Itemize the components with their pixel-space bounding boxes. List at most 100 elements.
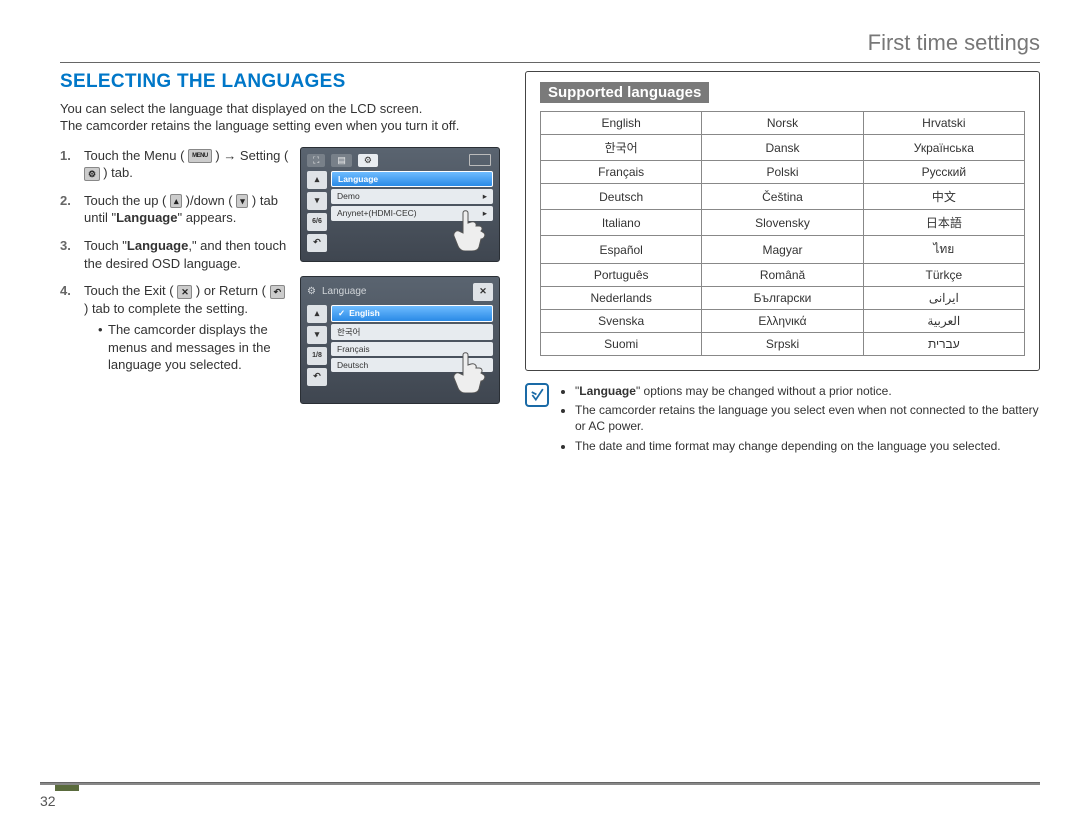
section-intro: You can select the language that display… xyxy=(60,101,500,135)
page-number: 32 xyxy=(40,793,56,809)
chevron-up-icon: ▴ xyxy=(170,194,182,208)
step-4: 4. Touch the Exit ( ✕ ) or Return ( ↶ ) … xyxy=(60,282,290,374)
lang-korean[interactable]: 한국어 xyxy=(331,324,493,340)
table-row: SvenskaΕλληνικάالعربية xyxy=(541,310,1025,333)
nav-up-button-2[interactable]: ▴ xyxy=(307,305,327,323)
language-cell: Deutsch xyxy=(541,184,702,210)
lcd-topbar: ⛶ ▤ ⚙ xyxy=(307,154,493,167)
lcd-nav-buttons: ▴ ▾ 6/6 ↶ xyxy=(307,171,327,252)
language-cell: Suomi xyxy=(541,333,702,356)
chevron-down-icon: ▾ xyxy=(236,194,248,208)
right-column: Supported languages EnglishNorskHrvatski… xyxy=(525,71,1040,457)
tab-film-icon: ▤ xyxy=(331,154,352,167)
lcd-settings-menu: ⛶ ▤ ⚙ ▴ ▾ 6/6 ↶ Language xyxy=(300,147,500,262)
step-number: 3. xyxy=(60,237,76,272)
language-cell: Română xyxy=(702,264,863,287)
language-cell: ไทย xyxy=(863,236,1024,264)
language-cell: Polski xyxy=(702,161,863,184)
return-icon: ↶ xyxy=(270,285,285,299)
language-cell: Português xyxy=(541,264,702,287)
step-1: 1. Touch the Menu ( MENU ) → Setting ( ⚙… xyxy=(60,147,290,182)
nav-down-button-2[interactable]: ▾ xyxy=(307,326,327,344)
language-cell: ايرانى xyxy=(863,287,1024,310)
table-row: ItalianoSlovensky日本語 xyxy=(541,210,1025,236)
languages-table: EnglishNorskHrvatski한국어DanskУкраїнськаFr… xyxy=(540,111,1025,356)
intro-line-1: You can select the language that display… xyxy=(60,101,422,116)
language-cell: Русский xyxy=(863,161,1024,184)
left-column: SELECTING THE LANGUAGES You can select t… xyxy=(60,71,500,457)
header-rule xyxy=(60,62,1040,63)
language-cell: Türkçe xyxy=(863,264,1024,287)
hand-pointer-icon xyxy=(449,207,489,251)
language-cell: Nederlands xyxy=(541,287,702,310)
lcd-nav-buttons-2: ▴ ▾ 1/8 ↶ xyxy=(307,305,327,386)
close-button[interactable]: ✕ xyxy=(473,283,493,301)
section-title: SELECTING THE LANGUAGES xyxy=(60,71,500,93)
menu-icon: MENU xyxy=(188,149,212,163)
note-2: The camcorder retains the language you s… xyxy=(575,402,1040,434)
lcd-language-list: ⚙ Language ✕ ▴ ▾ 1/8 ↶ ✓ English xyxy=(300,276,500,404)
language-cell: Українська xyxy=(863,135,1024,161)
language-cell: 한국어 xyxy=(541,135,702,161)
step-number: 4. xyxy=(60,282,76,374)
menu-item-demo[interactable]: Demo▸ xyxy=(331,189,493,204)
table-row: EspañolMagyarไทย xyxy=(541,236,1025,264)
language-cell: Čeština xyxy=(702,184,863,210)
language-cell: Ελληνικά xyxy=(702,310,863,333)
table-row: EnglishNorskHrvatski xyxy=(541,112,1025,135)
footer-rule xyxy=(40,782,1040,785)
step-number: 2. xyxy=(60,192,76,227)
language-cell: Norsk xyxy=(702,112,863,135)
step-3: 3. Touch "Language," and then touch the … xyxy=(60,237,290,272)
language-cell: Magyar xyxy=(702,236,863,264)
lcd-topbar-2: ⚙ Language ✕ xyxy=(307,283,493,301)
note-icon xyxy=(525,383,549,407)
language-cell: Slovensky xyxy=(702,210,863,236)
nav-down-button[interactable]: ▾ xyxy=(307,192,327,210)
language-cell: 日本語 xyxy=(863,210,1024,236)
language-cell: Italiano xyxy=(541,210,702,236)
close-icon: ✕ xyxy=(177,285,192,299)
step-2: 2. Touch the up ( ▴ )/down ( ▾ ) tab unt… xyxy=(60,192,290,227)
language-cell: Español xyxy=(541,236,702,264)
table-row: DeutschČeština中文 xyxy=(541,184,1025,210)
language-cell: Dansk xyxy=(702,135,863,161)
language-cell: English xyxy=(541,112,702,135)
table-row: FrançaisPolskiРусский xyxy=(541,161,1025,184)
language-cell: العربية xyxy=(863,310,1024,333)
gear-icon: ⚙ xyxy=(84,167,100,181)
chapter-title: First time settings xyxy=(60,30,1040,62)
table-row: PortuguêsRomânăTürkçe xyxy=(541,264,1025,287)
tab-camera-icon: ⛶ xyxy=(307,154,325,167)
gear-icon: ⚙ xyxy=(307,286,316,297)
hand-pointer-icon-2 xyxy=(449,349,489,393)
step-4-bullet: The camcorder displays the menus and mes… xyxy=(98,321,290,374)
language-cell: Български xyxy=(702,287,863,310)
page-indicator-2: 1/8 xyxy=(307,347,327,365)
lang-english[interactable]: ✓ English xyxy=(331,305,493,322)
page-indicator: 6/6 xyxy=(307,213,327,231)
language-cell: Svenska xyxy=(541,310,702,333)
notes-list: "Language" options may be changed withou… xyxy=(559,383,1040,457)
table-row: SuomiSrpskiעברית xyxy=(541,333,1025,356)
menu-item-language[interactable]: Language xyxy=(331,171,493,187)
notes-box: "Language" options may be changed withou… xyxy=(525,383,1040,457)
supported-languages-title: Supported languages xyxy=(540,82,709,103)
language-cell: Srpski xyxy=(702,333,863,356)
table-row: NederlandsБългарскиايرانى xyxy=(541,287,1025,310)
nav-return-button[interactable]: ↶ xyxy=(307,234,327,252)
page: First time settings SELECTING THE LANGUA… xyxy=(0,0,1080,825)
language-cell: עברית xyxy=(863,333,1024,356)
supported-languages-box: Supported languages EnglishNorskHrvatski… xyxy=(525,71,1040,371)
tab-gear-icon: ⚙ xyxy=(358,154,378,167)
step-number: 1. xyxy=(60,147,76,182)
lcd-title: Language xyxy=(322,286,367,297)
note-3: The date and time format may change depe… xyxy=(575,438,1040,454)
intro-line-2: The camcorder retains the language setti… xyxy=(60,118,459,133)
content-columns: SELECTING THE LANGUAGES You can select t… xyxy=(60,71,1040,457)
language-cell: Hrvatski xyxy=(863,112,1024,135)
nav-up-button[interactable]: ▴ xyxy=(307,171,327,189)
language-cell: Français xyxy=(541,161,702,184)
lcd-screenshots: ⛶ ▤ ⚙ ▴ ▾ 6/6 ↶ Language xyxy=(300,147,500,418)
nav-return-button-2[interactable]: ↶ xyxy=(307,368,327,386)
